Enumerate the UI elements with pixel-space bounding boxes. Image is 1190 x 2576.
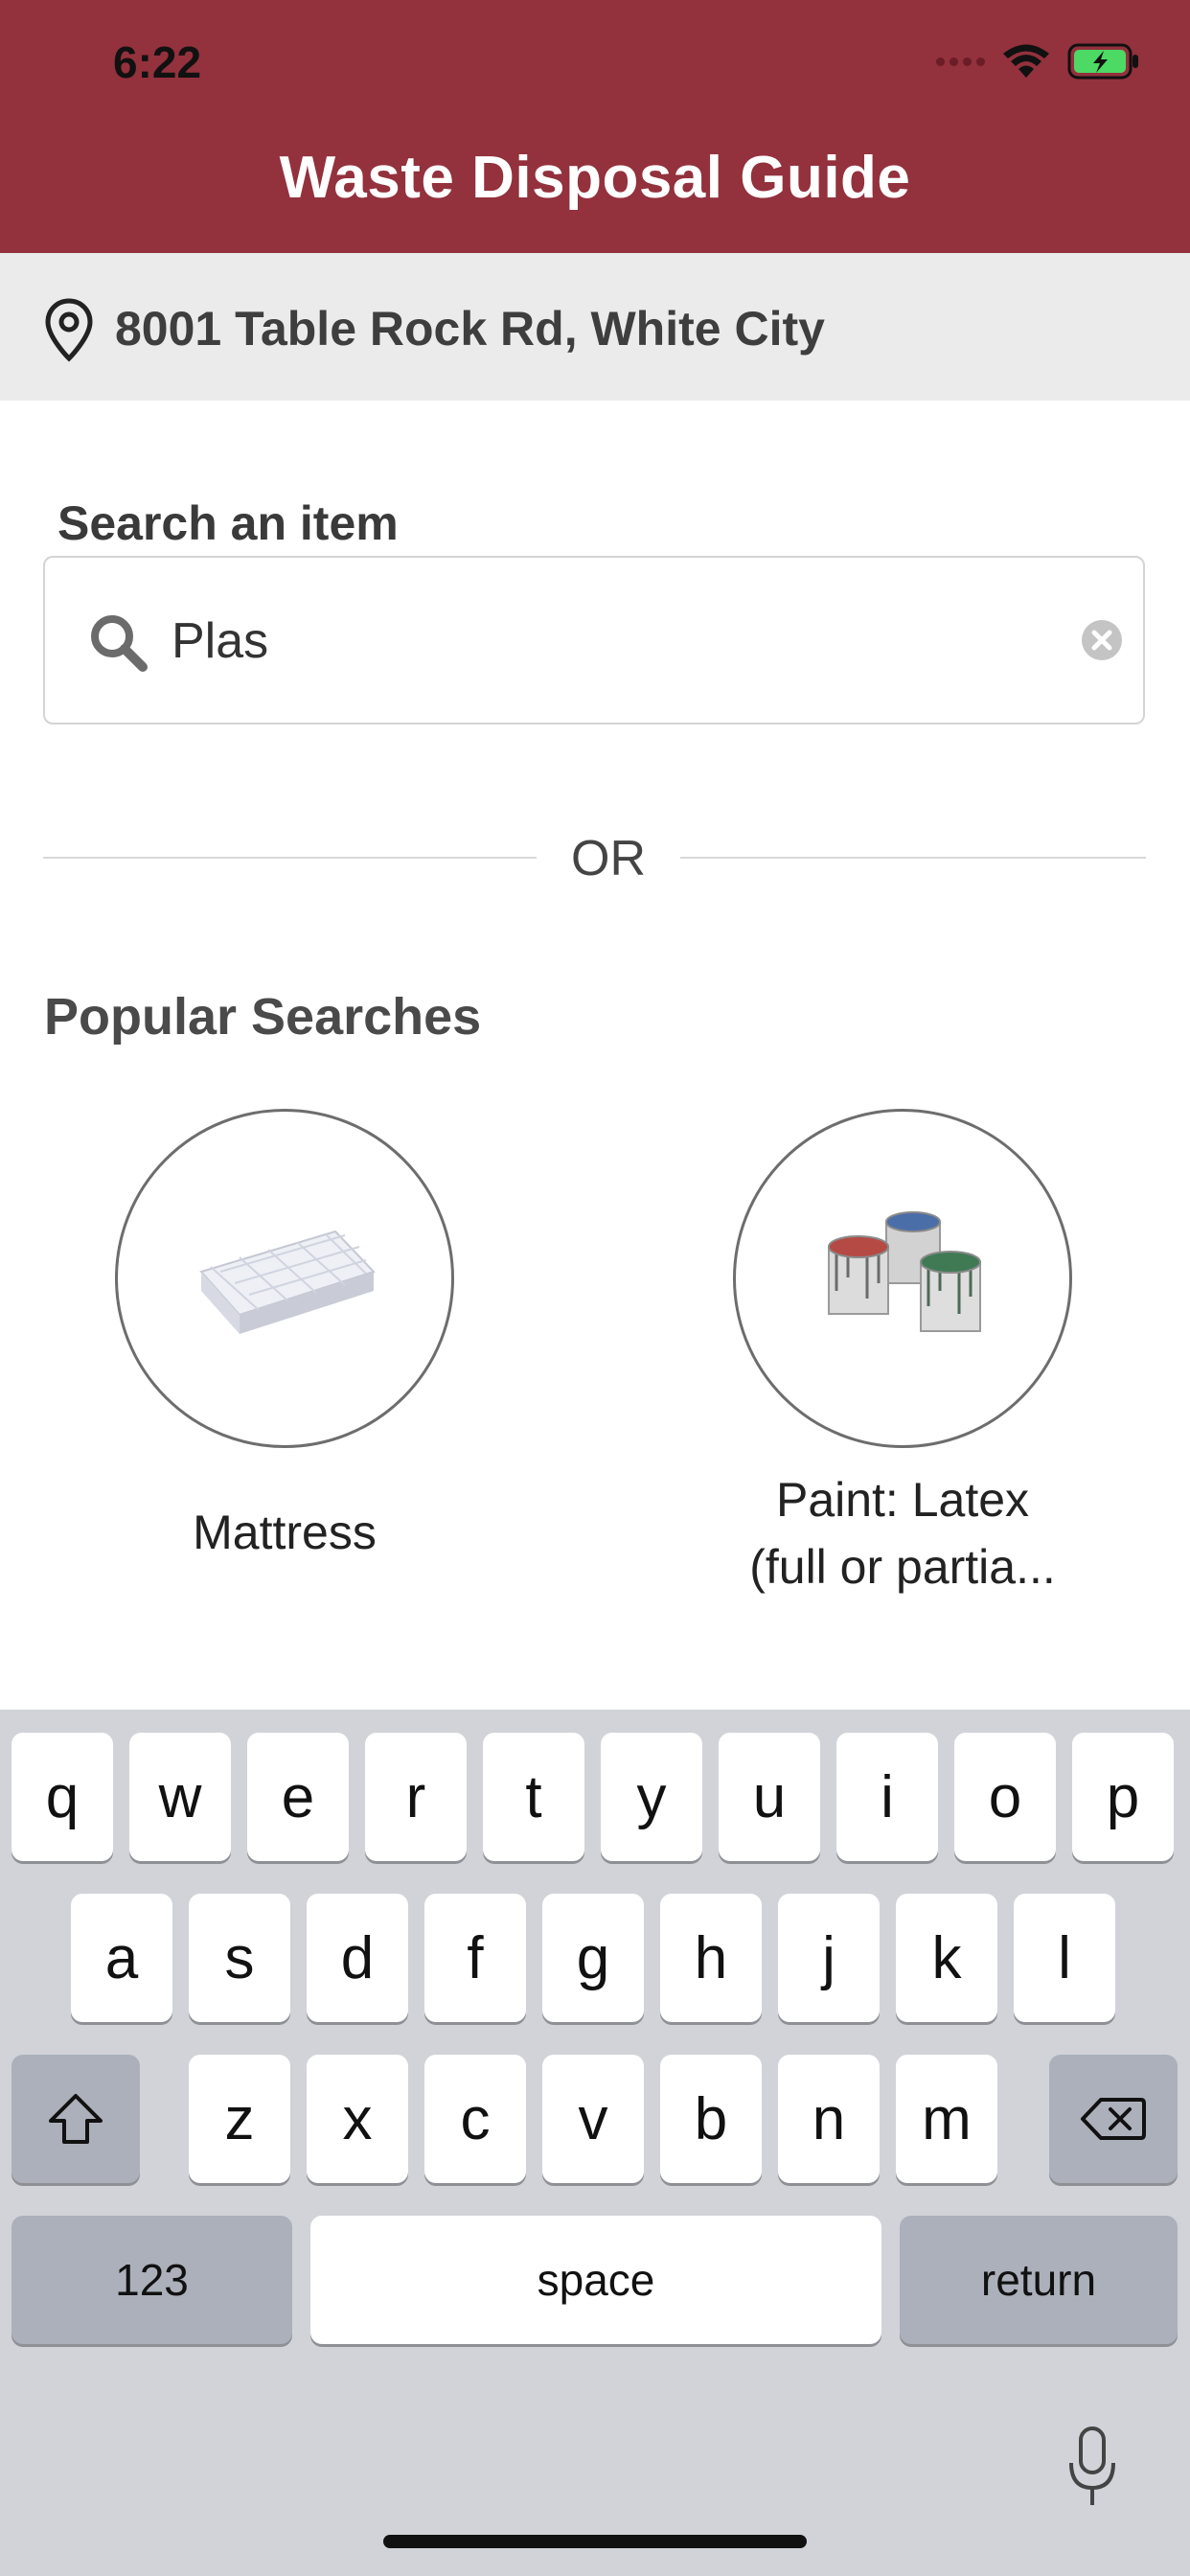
key-c[interactable]: c [424, 2055, 526, 2183]
key-u[interactable]: u [719, 1733, 820, 1861]
key-e[interactable]: e [247, 1733, 349, 1861]
search-box[interactable] [43, 556, 1145, 724]
location-pin-icon [45, 298, 93, 362]
key-i[interactable]: i [836, 1733, 938, 1861]
key-n[interactable]: n [778, 2055, 880, 2183]
key-h[interactable]: h [660, 1894, 762, 2022]
search-icon [91, 615, 148, 672]
divider-line-right [680, 857, 1146, 859]
key-b[interactable]: b [660, 2055, 762, 2183]
page-title: Waste Disposal Guide [279, 145, 911, 211]
key-k[interactable]: k [896, 1894, 997, 2022]
app-header: 6:22 Waste Disposal Guide [0, 0, 1190, 253]
popular-item-label: Paint: Latex (full or partia... [704, 1466, 1101, 1600]
status-indicators [936, 42, 1140, 80]
key-v[interactable]: v [542, 2055, 644, 2183]
space-key[interactable]: space [310, 2216, 881, 2344]
clear-icon[interactable] [1080, 618, 1124, 662]
backspace-key[interactable] [1049, 2055, 1178, 2183]
key-o[interactable]: o [954, 1733, 1056, 1861]
home-indicator[interactable] [383, 2535, 807, 2548]
location-bar[interactable]: 8001 Table Rock Rd, White City [0, 253, 1190, 401]
key-j[interactable]: j [778, 1894, 880, 2022]
shift-icon [49, 2094, 103, 2144]
status-time: 6:22 [113, 37, 202, 87]
key-s[interactable]: s [189, 1894, 290, 2022]
paint-cans-image [828, 1211, 981, 1332]
key-q[interactable]: q [11, 1733, 113, 1861]
search-input[interactable] [172, 600, 1015, 682]
mattress-image-circle[interactable] [115, 1109, 454, 1448]
key-a[interactable]: a [71, 1894, 172, 2022]
cellular-signal-icon [936, 57, 985, 66]
popular-item-label-line2: (full or partia... [749, 1540, 1056, 1594]
key-r[interactable]: r [365, 1733, 467, 1861]
paint-image-circle[interactable] [733, 1109, 1072, 1448]
key-z[interactable]: z [189, 2055, 290, 2183]
or-divider-text: OR [571, 831, 646, 886]
key-l[interactable]: l [1014, 1894, 1115, 2022]
key-g[interactable]: g [542, 1894, 644, 2022]
backspace-icon [1081, 2098, 1146, 2140]
key-y[interactable]: y [601, 1733, 702, 1861]
key-m[interactable]: m [896, 2055, 997, 2183]
divider-line-left [43, 857, 537, 859]
key-f[interactable]: f [424, 1894, 526, 2022]
return-key[interactable]: return [900, 2216, 1178, 2344]
key-x[interactable]: x [307, 2055, 408, 2183]
search-label: Search an item [57, 496, 399, 550]
address-text: 8001 Table Rock Rd, White City [115, 302, 825, 356]
shift-key[interactable] [11, 2055, 140, 2183]
popular-item-label: Mattress [193, 1506, 377, 1559]
mattress-image [199, 1230, 376, 1334]
key-d[interactable]: d [307, 1894, 408, 2022]
numbers-key[interactable]: 123 [11, 2216, 292, 2344]
popular-item-label-line1: Paint: Latex [775, 1473, 1030, 1527]
popular-searches-title: Popular Searches [44, 988, 482, 1046]
on-screen-keyboard: q w e r t y u i o p a s d f g h j k l z … [0, 1710, 1190, 2576]
key-t[interactable]: t [483, 1733, 584, 1861]
wifi-icon [1003, 44, 1049, 78]
key-p[interactable]: p [1072, 1733, 1174, 1861]
battery-icon [1067, 43, 1138, 80]
microphone-icon[interactable] [1064, 2425, 1121, 2511]
key-w[interactable]: w [129, 1733, 231, 1861]
